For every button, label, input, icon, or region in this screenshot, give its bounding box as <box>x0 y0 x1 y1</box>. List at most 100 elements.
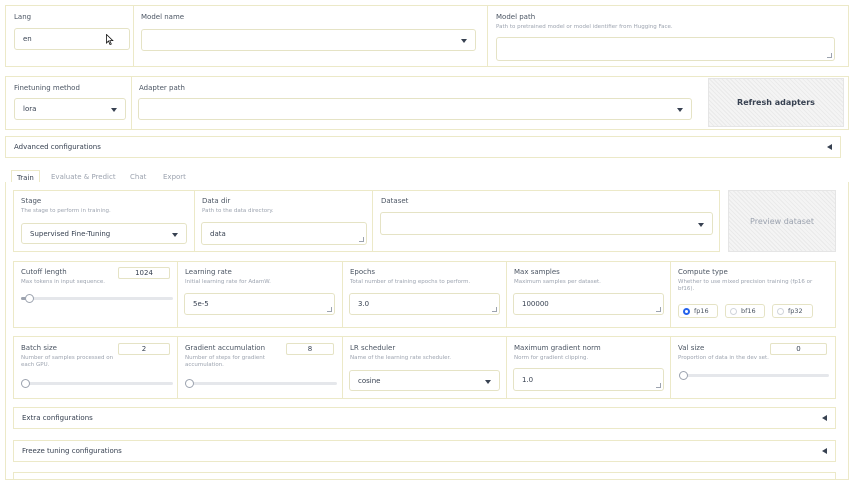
batch-size-info-1: Number of samples processed on <box>21 355 114 361</box>
learning-rate-input[interactable]: 5e-5 <box>184 293 335 315</box>
freeze-tuning-accordion[interactable]: Freeze tuning configurations <box>13 440 836 462</box>
refresh-adapters-button[interactable]: Refresh adapters <box>708 78 844 127</box>
max-samples-field: Max samples Maximum samples per dataset.… <box>507 262 671 327</box>
advanced-configurations-label: Advanced configurations <box>14 143 101 151</box>
gradient-accumulation-slider[interactable] <box>185 379 337 388</box>
lang-label: Lang <box>14 13 32 21</box>
chevron-down-icon <box>698 222 704 227</box>
cutoff-length-slider[interactable] <box>21 294 173 303</box>
compute-type-option-fp32[interactable]: fp32 <box>772 304 813 318</box>
dataset-label: Dataset <box>381 197 409 205</box>
resize-handle-icon[interactable] <box>827 53 832 58</box>
advanced-configurations-accordion[interactable]: Advanced configurations <box>5 136 841 158</box>
compute-type-bf16-label: bf16 <box>741 307 756 315</box>
gradient-accumulation-label: Gradient accumulation <box>185 344 266 352</box>
finetuning-method-value: lora <box>23 105 37 113</box>
preview-dataset-button[interactable]: Preview dataset <box>728 190 836 252</box>
lang-select[interactable]: en <box>14 28 130 50</box>
radio-unselected-icon <box>777 307 784 315</box>
data-dir-field: Data dir Path to the data directory. dat… <box>195 191 373 251</box>
compute-type-info-2: bf16). <box>678 286 695 292</box>
adapter-path-field: Adapter path <box>132 77 703 129</box>
batch-size-field: Batch size Number of samples processed o… <box>14 337 178 398</box>
lr-scheduler-select[interactable]: cosine <box>349 370 500 391</box>
extra-configurations-accordion[interactable]: Extra configurations <box>13 407 836 429</box>
slider-thumb[interactable] <box>21 379 30 388</box>
max-samples-info: Maximum samples per dataset. <box>514 279 601 285</box>
resize-handle-icon[interactable] <box>359 237 364 242</box>
max-gradient-norm-label: Maximum gradient norm <box>514 344 601 352</box>
tab-evaluate-predict[interactable]: Evaluate & Predict <box>51 173 116 181</box>
epochs-value: 3.0 <box>358 300 370 308</box>
resize-handle-icon[interactable] <box>656 383 661 388</box>
lang-value: en <box>23 35 32 43</box>
collapse-arrow-icon <box>827 144 832 150</box>
lr-scheduler-label: LR scheduler <box>350 344 396 352</box>
chevron-down-icon <box>111 108 117 112</box>
radio-unselected-icon <box>730 307 737 315</box>
mouse-cursor-icon <box>106 34 114 45</box>
data-dir-info: Path to the data directory. <box>202 208 274 214</box>
adapter-path-select[interactable] <box>138 98 692 120</box>
gradient-accumulation-field: Gradient accumulation Number of steps fo… <box>178 337 343 398</box>
slider-thumb[interactable] <box>679 371 688 380</box>
model-name-select[interactable] <box>141 29 476 51</box>
stage-label: Stage <box>21 197 42 205</box>
data-dir-input[interactable]: data <box>201 222 367 245</box>
learning-rate-info: Initial learning rate for AdamW. <box>185 279 271 285</box>
epochs-label: Epochs <box>350 268 376 276</box>
max-samples-label: Max samples <box>514 268 560 276</box>
model-name-field: Model name <box>134 6 488 66</box>
batch-size-label: Batch size <box>21 344 57 352</box>
chevron-down-icon <box>485 379 491 384</box>
resize-handle-icon[interactable] <box>656 307 661 312</box>
val-size-label: Val size <box>678 344 705 352</box>
batch-size-info-2: each GPU. <box>21 362 50 368</box>
compute-type-fp16-label: fp16 <box>694 307 709 315</box>
chevron-down-icon <box>172 232 178 237</box>
model-path-input[interactable] <box>496 37 835 61</box>
model-name-label: Model name <box>141 13 185 21</box>
compute-type-fp32-label: fp32 <box>788 307 803 315</box>
gradient-accumulation-info-2: accumulation. <box>185 362 224 368</box>
compute-type-info-1: Whether to use mixed precision training … <box>678 279 813 285</box>
cutoff-length-field: Cutoff length Max tokens in input sequen… <box>14 262 178 327</box>
epochs-info: Total number of training epochs to perfo… <box>350 279 471 285</box>
compute-type-label: Compute type <box>678 268 728 276</box>
val-size-slider[interactable] <box>679 371 829 380</box>
epochs-input[interactable]: 3.0 <box>349 293 500 315</box>
cutoff-length-label: Cutoff length <box>21 268 67 276</box>
max-samples-value: 100000 <box>522 300 549 308</box>
extra-configurations-label: Extra configurations <box>22 414 93 422</box>
slider-thumb[interactable] <box>185 379 194 388</box>
learning-rate-value: 5e-5 <box>193 300 209 308</box>
finetuning-method-select[interactable]: lora <box>14 98 126 120</box>
dataset-select[interactable] <box>380 212 713 235</box>
model-path-field: Model path Path to pretrained model or m… <box>489 6 848 66</box>
resize-handle-icon[interactable] <box>492 307 497 312</box>
max-samples-input[interactable]: 100000 <box>513 293 664 315</box>
slider-thumb[interactable] <box>24 294 34 303</box>
compute-type-option-fp16[interactable]: fp16 <box>678 304 718 318</box>
lr-scheduler-info: Name of the learning rate scheduler. <box>350 355 452 361</box>
max-gradient-norm-input[interactable]: 1.0 <box>513 368 664 391</box>
cutoff-length-number[interactable]: 1024 <box>118 267 170 279</box>
max-gradient-norm-info: Norm for gradient clipping. <box>514 355 589 361</box>
data-dir-value: data <box>210 229 226 238</box>
cutoff-length-info: Max tokens in input sequence. <box>21 279 106 285</box>
stage-select[interactable]: Supervised Fine-Tuning <box>21 223 187 244</box>
resize-handle-icon[interactable] <box>327 307 332 312</box>
compute-type-option-bf16[interactable]: bf16 <box>725 304 765 318</box>
tab-export[interactable]: Export <box>163 173 186 181</box>
stage-info: The stage to perform in training. <box>21 208 111 214</box>
tab-chat[interactable]: Chat <box>130 173 146 181</box>
max-gradient-norm-value: 1.0 <box>522 375 534 384</box>
gradient-accumulation-number[interactable]: 8 <box>286 343 334 355</box>
finetuning-method-label: Finetuning method <box>14 84 80 92</box>
max-gradient-norm-field: Maximum gradient norm Norm for gradient … <box>507 337 671 398</box>
val-size-number[interactable]: 0 <box>770 343 827 355</box>
batch-size-number[interactable]: 2 <box>118 343 170 355</box>
chevron-down-icon <box>677 108 683 112</box>
model-path-label: Model path <box>496 13 536 21</box>
batch-size-slider[interactable] <box>21 379 173 388</box>
